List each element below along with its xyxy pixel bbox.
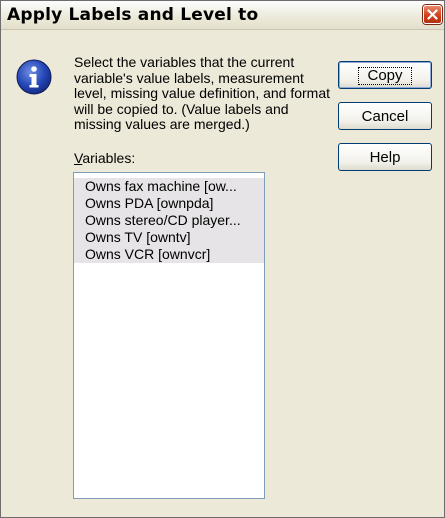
title-bar[interactable]: Apply Labels and Level to <box>1 1 444 30</box>
list-item[interactable]: Owns fax machine [ow... <box>74 178 264 195</box>
variables-label: Variables: <box>74 150 135 166</box>
copy-button-label: Copy <box>358 66 412 85</box>
variables-label-rest: ariables: <box>82 150 136 166</box>
list-item[interactable]: Owns TV [owntv] <box>74 229 264 246</box>
cancel-button[interactable]: Cancel <box>338 102 432 130</box>
info-icon <box>16 59 52 95</box>
close-icon <box>427 9 438 20</box>
help-button-label: Help <box>369 148 401 166</box>
copy-button[interactable]: Copy <box>338 61 432 89</box>
list-item[interactable]: Owns stereo/CD player... <box>74 212 264 229</box>
list-item[interactable]: Owns PDA [ownpda] <box>74 195 264 212</box>
list-item[interactable]: Owns VCR [ownvcr] <box>74 246 264 263</box>
instruction-text: Select the variables that the current va… <box>74 54 331 132</box>
help-button[interactable]: Help <box>338 143 432 171</box>
apply-labels-dialog: Apply Labels and Level to Select the var… <box>0 0 445 518</box>
dialog-title: Apply Labels and Level to <box>7 5 259 25</box>
variables-listbox[interactable]: Owns fax machine [ow... Owns PDA [ownpda… <box>73 172 265 499</box>
close-button[interactable] <box>423 5 442 24</box>
cancel-button-label: Cancel <box>361 107 409 125</box>
